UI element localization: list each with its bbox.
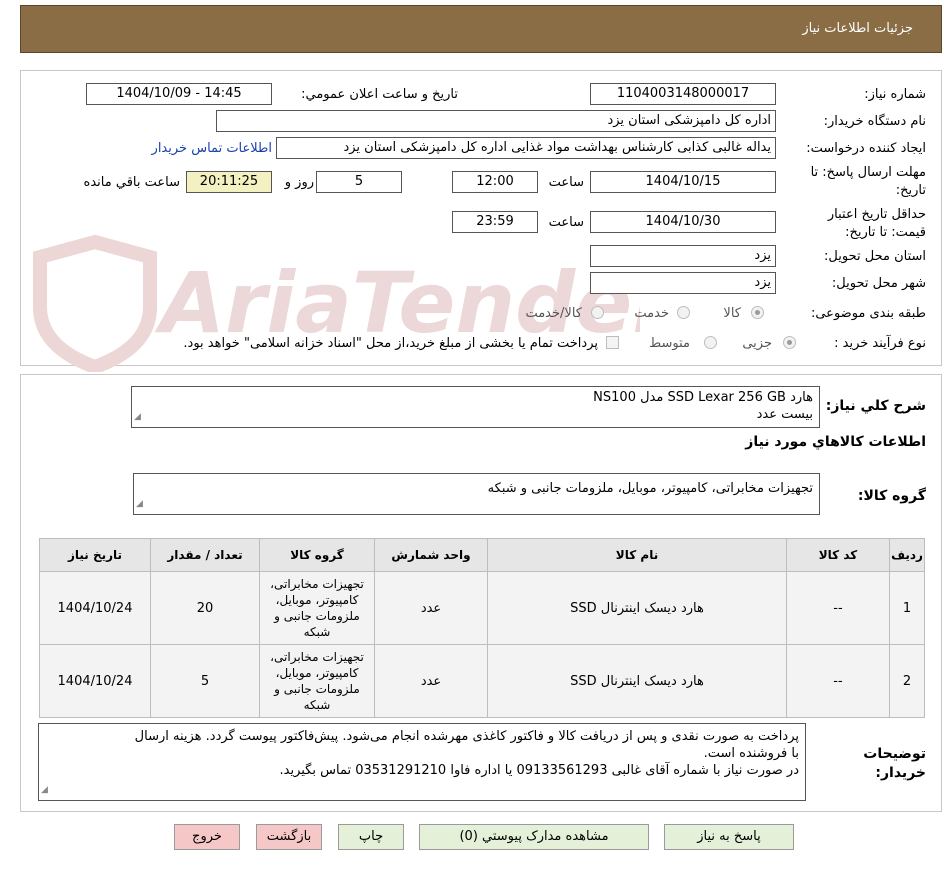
city-field: یزد: [590, 272, 776, 294]
category-service-label: خدمت: [634, 306, 669, 321]
need-number-label: شماره نیاز:: [864, 87, 926, 102]
cell-name: هارد دیسک اینترنال SSD: [487, 571, 787, 645]
cell-name: هارد دیسک اینترنال SSD: [487, 644, 787, 718]
need-summary-label: شرح کلي نياز:: [825, 398, 926, 414]
cell-qty: 20: [150, 571, 260, 645]
cell-qty: 5: [150, 644, 260, 718]
resize-grip-icon[interactable]: ◢: [134, 409, 141, 426]
treasury-payment-checkbox[interactable]: [606, 336, 619, 349]
cell-code: --: [786, 571, 890, 645]
col-row: ردیف: [889, 538, 925, 572]
reply-to-need-button[interactable]: پاسخ به نیاز: [664, 824, 794, 850]
buyer-contact-link[interactable]: اطلاعات تماس خریدار: [152, 141, 272, 156]
buyer-org-field: اداره کل دامپزشکی استان یزد: [216, 110, 776, 132]
exit-button[interactable]: خروج: [174, 824, 240, 850]
goods-table-header: ردیف کد کالا نام کالا واحد شمارش گروه کا…: [39, 538, 925, 572]
category-goods-service-label: کالا/خدمت: [525, 306, 582, 321]
page-title: جزئیات اطلاعات نیاز: [802, 21, 913, 36]
buyer-notes-line-2: با فروشنده است.: [703, 746, 799, 761]
goods-group-label: گروه کالا:: [857, 488, 926, 504]
announce-date-field: 1404/10/09 - 14:45: [86, 83, 272, 105]
deadline-time-label: ساعت: [548, 175, 584, 190]
goods-group-value: تجهیزات مخابراتی، کامپیوتر، موبایل، ملزو…: [487, 481, 813, 496]
creator-field: یداله غالبی کذابی کارشناس بهداشت مواد غذ…: [276, 137, 776, 159]
view-attachments-button[interactable]: مشاهده مدارک پیوستي (0): [419, 824, 649, 850]
validity-date-field: 1404/10/30: [590, 211, 776, 233]
resize-grip-icon[interactable]: ◢: [41, 782, 48, 799]
goods-table: ردیف کد کالا نام کالا واحد شمارش گروه کا…: [39, 538, 925, 718]
need-number-field: 1104003148000017: [590, 83, 776, 105]
cell-unit: عدد: [374, 571, 488, 645]
buyer-notes-textarea[interactable]: پرداخت به صورت نقدی و پس از دریافت کالا …: [38, 723, 806, 801]
table-row: 2 -- هارد دیسک اینترنال SSD عدد تجهیزات …: [39, 644, 925, 718]
deadline-time-field: 12:00: [452, 171, 538, 193]
deadline-date-field: 1404/10/15: [590, 171, 776, 193]
cell-group: تجهیزات مخابراتی، کامپیوتر، موبایل، ملزو…: [259, 644, 375, 718]
need-summary-textarea[interactable]: هارد SSD Lexar 256 GB مدل NS100 بیست عدد…: [131, 386, 820, 428]
days-label: روز و: [284, 175, 314, 190]
print-button[interactable]: چاپ: [338, 824, 404, 850]
process-minor-label: جزیی: [742, 336, 772, 351]
deadline-label: مهلت ارسال پاسخ: تا: [810, 165, 926, 180]
validity-time-label: ساعت: [548, 215, 584, 230]
resize-grip-icon[interactable]: ◢: [136, 496, 143, 513]
process-minor-radio[interactable]: [783, 336, 796, 349]
cell-group: تجهیزات مخابراتی، کامپیوتر، موبایل، ملزو…: [259, 571, 375, 645]
goods-group-textarea[interactable]: تجهیزات مخابراتی، کامپیوتر، موبایل، ملزو…: [133, 473, 820, 515]
category-goods-label: کالا: [723, 306, 741, 321]
col-code: کد کالا: [786, 538, 890, 572]
process-type-label: نوع فرآیند خرید :: [834, 336, 926, 351]
deadline-label-date: تاریخ:: [895, 183, 926, 198]
table-row: 1 -- هارد دیسک اینترنال SSD عدد تجهیزات …: [39, 571, 925, 645]
category-label: طبقه بندی موضوعی:: [810, 306, 926, 321]
province-field: یزد: [590, 245, 776, 267]
cell-date: 1404/10/24: [39, 571, 151, 645]
category-service-radio[interactable]: [677, 306, 690, 319]
cell-row: 1: [889, 571, 925, 645]
cell-unit: عدد: [374, 644, 488, 718]
creator-label: ایجاد کننده درخواست:: [806, 141, 926, 156]
validity-label-date: قیمت: تا تاریخ:: [845, 225, 926, 240]
category-goods-radio[interactable]: [751, 306, 764, 319]
remaining-time-label: ساعت باقي مانده: [83, 175, 180, 190]
page-header: جزئیات اطلاعات نیاز: [20, 5, 942, 53]
process-medium-label: متوسط: [649, 336, 690, 351]
cell-date: 1404/10/24: [39, 644, 151, 718]
buyer-notes-line-3: در صورت نیاز با شماره آقای غالبی 0913356…: [279, 763, 799, 778]
cell-row: 2: [889, 644, 925, 718]
remaining-days-field: 5: [316, 171, 402, 193]
validity-time-field: 23:59: [452, 211, 538, 233]
cell-code: --: [786, 644, 890, 718]
col-group: گروه کالا: [259, 538, 375, 572]
announce-date-label: تاريخ و ساعت اعلان عمومي:: [301, 87, 458, 102]
category-goods-service-radio[interactable]: [591, 306, 604, 319]
province-label: استان محل تحویل:: [824, 249, 926, 264]
col-qty: تعداد / مقدار: [150, 538, 260, 572]
buyer-notes-label-2: خریدار:: [875, 765, 926, 781]
process-medium-radio[interactable]: [704, 336, 717, 349]
validity-label: حداقل تاریخ اعتبار: [827, 207, 926, 222]
col-date: تاریخ نیاز: [39, 538, 151, 572]
col-name: نام کالا: [487, 538, 787, 572]
buyer-org-label: نام دستگاه خریدار:: [823, 114, 926, 129]
need-summary-line-1: هارد SSD Lexar 256 GB مدل NS100: [593, 390, 813, 405]
buyer-notes-label: توضیحات: [863, 746, 926, 762]
back-button[interactable]: بازگشت: [256, 824, 322, 850]
col-unit: واحد شمارش: [374, 538, 488, 572]
buyer-notes-line-1: پرداخت به صورت نقدی و پس از دریافت کالا …: [134, 729, 799, 744]
treasury-payment-note: پرداخت تمام یا بخشی از مبلغ خرید،از محل …: [183, 336, 598, 351]
city-label: شهر محل تحویل:: [831, 276, 926, 291]
remaining-time-field: 20:11:25: [186, 171, 272, 193]
need-summary-line-2: بیست عدد: [756, 407, 813, 422]
goods-info-title: اطلاعات کالاهاي مورد نياز: [745, 434, 926, 450]
